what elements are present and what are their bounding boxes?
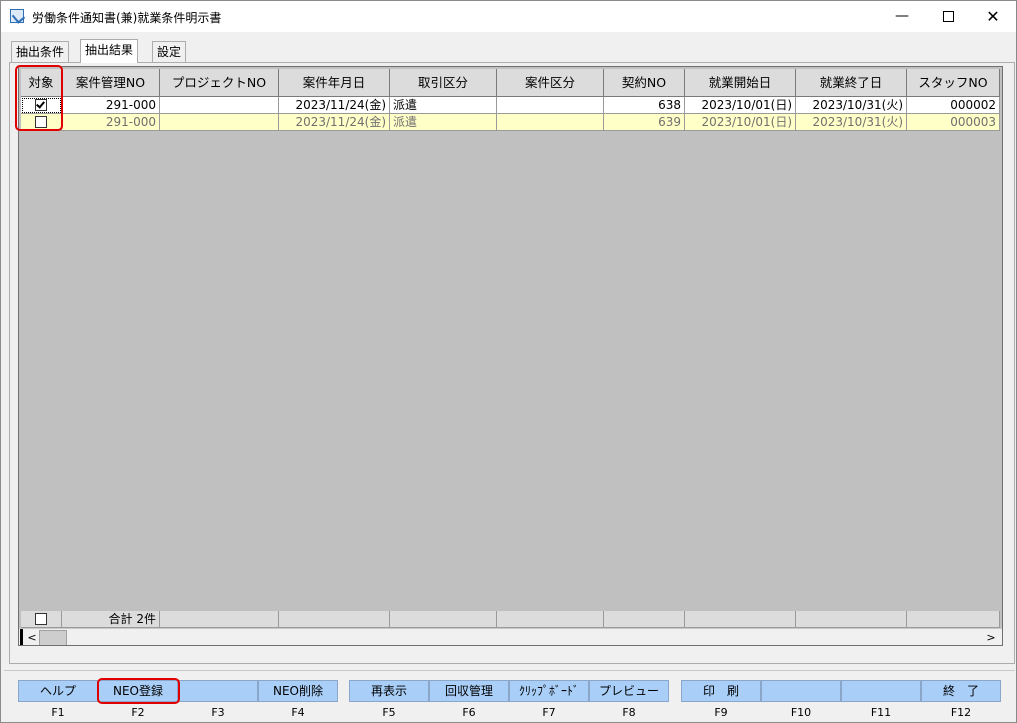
function-key-bar: ヘルプ NEO登録 NEO削除 再表示 回収管理 ｸﾘｯﾌﾟﾎﾞｰﾄﾞ プレビュ… <box>4 670 1015 723</box>
col-header-end-date[interactable]: 就業終了日 <box>796 69 907 97</box>
neo-delete-button[interactable]: NEO削除 <box>258 680 338 702</box>
maximize-button[interactable] <box>925 1 971 32</box>
total-cell <box>796 611 907 628</box>
table-row[interactable]: 291-000 2023/11/24(金) 派遣 639 2023/10/01(… <box>19 114 1002 131</box>
scroll-right-icon[interactable]: > <box>984 629 998 645</box>
row-indicator <box>20 629 23 645</box>
fkey-label: F4 <box>291 706 305 719</box>
f3-button[interactable] <box>178 680 258 702</box>
clipboard-button[interactable]: ｸﾘｯﾌﾟﾎﾞｰﾄﾞ <box>509 680 589 702</box>
tab-settings[interactable]: 設定 <box>152 41 187 62</box>
total-cell <box>497 611 604 628</box>
app-window: 労働条件通知書(兼)就業条件明示書 — ✕ 抽出条件 抽出結果 設定 対象 案件… <box>0 0 1017 723</box>
col-header-case-date[interactable]: 案件年月日 <box>279 69 390 97</box>
total-cell <box>390 611 497 628</box>
fkey-label: F11 <box>870 706 892 719</box>
fkey-label: F7 <box>542 706 556 719</box>
select-all-cell[interactable] <box>21 611 62 628</box>
cell-contract-no: 638 <box>604 97 685 114</box>
fkey-label: F6 <box>462 706 476 719</box>
total-cell <box>160 611 279 628</box>
minimize-button[interactable]: — <box>879 1 925 32</box>
col-header-staff-no[interactable]: スタッフNO <box>907 69 1000 97</box>
tab-extract-results[interactable]: 抽出結果 <box>80 39 139 63</box>
window-title: 労働条件通知書(兼)就業条件明示書 <box>32 11 222 25</box>
cell-end-date: 2023/10/31(火) <box>796 114 907 131</box>
fkey-label: F8 <box>622 706 636 719</box>
cell-case-date: 2023/11/24(金) <box>279 114 390 131</box>
cell-trade-type: 派遣 <box>390 97 497 114</box>
cell-project-no <box>160 97 279 114</box>
col-header-start-date[interactable]: 就業開始日 <box>685 69 796 97</box>
cell-start-date: 2023/10/01(日) <box>685 97 796 114</box>
fkey-label: F9 <box>714 706 728 719</box>
maximize-icon <box>942 10 954 22</box>
total-cell <box>685 611 796 628</box>
col-header-case-type[interactable]: 案件区分 <box>497 69 604 97</box>
help-button[interactable]: ヘルプ <box>18 680 98 702</box>
col-header-contract-no[interactable]: 契約NO <box>604 69 685 97</box>
table-row[interactable]: 291-000 2023/11/24(金) 派遣 638 2023/10/01(… <box>19 97 1002 114</box>
col-header-trade-type[interactable]: 取引区分 <box>390 69 497 97</box>
cell-project-no <box>160 114 279 131</box>
f10-button[interactable] <box>761 680 841 702</box>
exit-button[interactable]: 終 了 <box>921 680 1001 702</box>
cell-case-date: 2023/11/24(金) <box>279 97 390 114</box>
collection-management-button[interactable]: 回収管理 <box>429 680 509 702</box>
total-cell <box>604 611 685 628</box>
tab-extract-conditions[interactable]: 抽出条件 <box>11 41 70 62</box>
cell-case-no: 291-000 <box>62 114 160 131</box>
cell-staff-no: 000003 <box>907 114 1000 131</box>
fkey-label: F3 <box>211 706 225 719</box>
total-row: 合計 2件 <box>19 611 1002 628</box>
fkey-label: F2 <box>131 706 145 719</box>
print-button[interactable]: 印 刷 <box>681 680 761 702</box>
cell-start-date: 2023/10/01(日) <box>685 114 796 131</box>
col-header-project-no[interactable]: プロジェクトNO <box>160 69 279 97</box>
cell-case-no: 291-000 <box>62 97 160 114</box>
fkey-label: F1 <box>51 706 65 719</box>
select-all-checkbox[interactable] <box>35 612 47 625</box>
redisplay-button[interactable]: 再表示 <box>349 680 429 702</box>
f11-button[interactable] <box>841 680 921 702</box>
highlight-target-column <box>15 65 63 131</box>
close-button[interactable]: ✕ <box>970 1 1016 32</box>
cell-case-type <box>497 114 604 131</box>
col-header-case-no[interactable]: 案件管理NO <box>62 69 160 97</box>
fkey-label: F10 <box>790 706 812 719</box>
cell-end-date: 2023/10/31(火) <box>796 97 907 114</box>
preview-button[interactable]: プレビュー <box>589 680 669 702</box>
cell-staff-no: 000002 <box>907 97 1000 114</box>
highlight-neo-register <box>97 678 180 704</box>
results-grid[interactable]: 対象 案件管理NO プロジェクトNO 案件年月日 取引区分 案件区分 契約NO … <box>18 66 1003 646</box>
horizontal-scrollbar[interactable]: < > <box>19 628 1002 645</box>
fkey-label: F12 <box>950 706 972 719</box>
app-icon <box>10 9 24 23</box>
total-cell <box>279 611 390 628</box>
cell-contract-no: 639 <box>604 114 685 131</box>
fkey-label: F5 <box>382 706 396 719</box>
scroll-left-icon[interactable]: < <box>25 629 39 645</box>
title-bar: 労働条件通知書(兼)就業条件明示書 — ✕ <box>1 1 1016 32</box>
cell-case-type <box>497 97 604 114</box>
cell-trade-type: 派遣 <box>390 114 497 131</box>
scroll-thumb[interactable] <box>39 630 67 645</box>
total-cell <box>907 611 1000 628</box>
total-count: 合計 2件 <box>62 611 160 628</box>
